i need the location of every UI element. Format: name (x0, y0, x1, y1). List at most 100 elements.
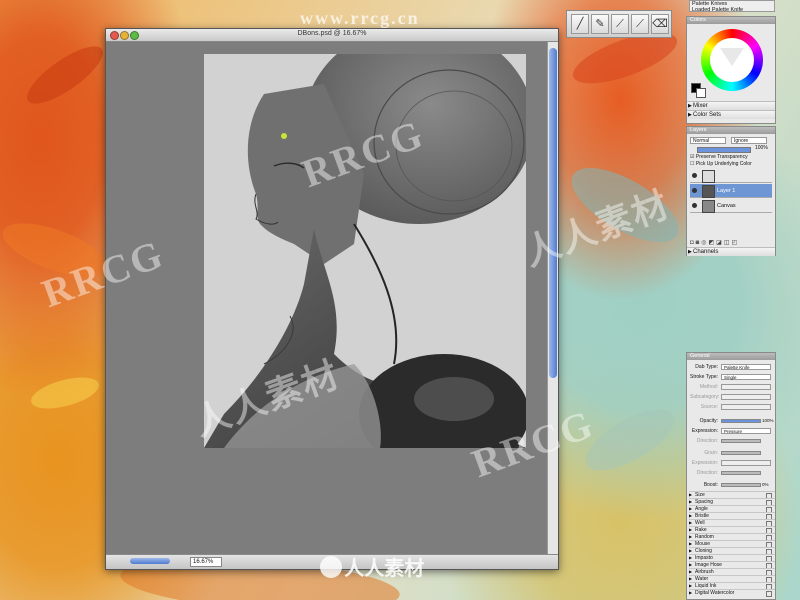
category-image-hose[interactable]: Image Hose (689, 561, 775, 569)
dropper-tool-icon[interactable]: ⟋ (631, 14, 649, 34)
expression2-row: Expression: (690, 459, 772, 467)
dab-type-select[interactable]: Palette Knife (721, 364, 771, 370)
horizontal-scroll-thumb[interactable] (130, 558, 170, 564)
layer-thumbnail (702, 170, 715, 183)
direction-slider[interactable] (721, 439, 761, 443)
logo-icon (320, 555, 342, 578)
document-title: DBons.psd @ 16.67% (297, 30, 367, 37)
category-label: Digital Watercolor (695, 590, 735, 596)
colors-panel-title: Colors (687, 17, 775, 24)
ignore-select[interactable]: Ignore (731, 137, 767, 144)
method-select[interactable] (721, 384, 771, 390)
color-wheel[interactable] (701, 29, 763, 91)
pick-up-color-checkbox[interactable]: ☐ Pick Up Underlying Color (690, 161, 752, 167)
stroke-type-select[interactable]: Single (721, 374, 771, 380)
eye-icon[interactable] (692, 173, 697, 178)
channels-row[interactable]: Channels (687, 247, 775, 256)
category-liquid-ink[interactable]: Liquid Ink (689, 582, 775, 590)
direction2-slider[interactable] (721, 471, 761, 475)
zoom-field[interactable]: 16.67% (190, 557, 222, 567)
eye-icon[interactable] (692, 203, 697, 208)
category-toggle[interactable] (766, 591, 772, 597)
category-angle[interactable]: Angle (689, 505, 775, 513)
secondary-color-swatch[interactable] (696, 88, 706, 98)
vertical-scroll-thumb[interactable] (549, 48, 557, 378)
category-bristle[interactable]: Bristle (689, 512, 775, 520)
category-random[interactable]: Random (689, 533, 775, 541)
portrait-painting (204, 54, 526, 448)
composite-method-select[interactable]: Normal (690, 137, 726, 144)
method-label: Method: (699, 384, 718, 390)
layer-name: Layer 1 (717, 188, 736, 194)
expression2-select[interactable] (721, 460, 771, 466)
grain-row: Grain: (690, 449, 772, 457)
boost-row: Boost: 0% (690, 481, 772, 489)
watermark-footer: 人人素材 (320, 552, 520, 582)
boost-slider[interactable] (721, 483, 761, 487)
category-well[interactable]: Well (689, 519, 775, 527)
layer-opacity-value: 100% (755, 145, 768, 151)
source-select[interactable] (721, 404, 771, 410)
subcategory-label: Subcategory: (690, 394, 720, 400)
layer-thumbnail (702, 200, 715, 213)
preserve-transparency-label: Preserve Transparency (695, 154, 748, 160)
method-row: Method: (690, 383, 772, 391)
boost-value: 0% (762, 482, 769, 487)
dab-type-row: Dab Type: Palette Knife (690, 363, 772, 371)
category-impasto[interactable]: Impasto (689, 554, 775, 562)
preserve-transparency-checkbox[interactable]: ☑ Preserve Transparency (690, 154, 748, 160)
knife-tool-icon[interactable]: ⟋ (611, 14, 629, 34)
eraser-tool-icon[interactable]: ⌫ (651, 14, 669, 34)
direction-row: Direction: (690, 437, 772, 445)
layer-row-selected[interactable]: Layer 1 (690, 184, 772, 198)
layer-row[interactable]: Canvas (690, 199, 772, 213)
document-titlebar: DBons.psd @ 16.67% (106, 29, 558, 42)
layers-panel-title: Layers (687, 127, 775, 134)
color-sets-row[interactable]: Color Sets (687, 110, 775, 119)
watermark-cn-footer: 人人素材 (344, 556, 425, 580)
opacity-slider[interactable] (721, 419, 761, 423)
layer-thumbnail (702, 185, 715, 198)
direction2-label: Direction: (696, 470, 718, 476)
subcategory-select[interactable] (721, 394, 771, 400)
category-airbrush[interactable]: Airbrush (689, 568, 775, 576)
category-spacing[interactable]: Spacing (689, 498, 775, 506)
category-size[interactable]: Size (689, 491, 775, 499)
category-cloning[interactable]: Cloning (689, 547, 775, 555)
layer-row[interactable] (690, 169, 772, 183)
opacity-label: Opacity: (699, 418, 718, 424)
stroke-type-label: Stroke Type: (690, 374, 718, 380)
direction2-row: Direction: (690, 469, 772, 477)
mixer-row[interactable]: Mixer (687, 101, 775, 110)
grain-slider[interactable] (721, 451, 761, 455)
layer-name: Canvas (717, 203, 736, 209)
color-wheel-center (710, 38, 754, 82)
saturation-triangle[interactable] (720, 48, 744, 66)
brush-tool-icon[interactable]: ╱ (571, 14, 589, 34)
category-digital-watercolor[interactable]: Digital Watercolor (689, 589, 775, 597)
eye-icon[interactable] (692, 188, 697, 193)
expression2-label: Expression: (691, 460, 718, 466)
category-water[interactable]: Water (689, 575, 775, 583)
layer-buttons-bar[interactable]: ◘◙◎◩◪◫◰ (690, 239, 772, 246)
canvas-area[interactable] (106, 42, 547, 554)
colors-panel: Colors Mixer Color Sets (686, 16, 776, 124)
pencil-tool-icon[interactable]: ✎ (591, 14, 609, 34)
painting-canvas[interactable] (204, 54, 526, 448)
opacity-row: Opacity: 100% (690, 417, 774, 425)
document-window: DBons.psd @ 16.67% 16.67% (105, 28, 559, 570)
category-rake[interactable]: Rake (689, 526, 775, 534)
source-row: Source: (690, 403, 772, 411)
vertical-scrollbar[interactable] (547, 42, 558, 554)
layer-opacity-slider[interactable] (697, 147, 751, 153)
category-mouse[interactable]: Mouse (689, 540, 775, 548)
expression-select[interactable]: Pressure (721, 428, 771, 434)
stroke-type-row: Stroke Type: Single (690, 373, 772, 381)
brush-variant: Loaded Palette Knife (692, 6, 744, 13)
dab-type-label: Dab Type: (695, 364, 718, 370)
subcategory-row: Subcategory: (690, 393, 772, 401)
toolbox-strip: ╱ ✎ ⟋ ⟋ ⌫ (566, 10, 672, 38)
opacity-slider-fill (722, 420, 760, 422)
boost-label: Boost: (703, 482, 718, 488)
brush-selector[interactable]: Palette Knives Loaded Palette Knife (689, 0, 775, 12)
